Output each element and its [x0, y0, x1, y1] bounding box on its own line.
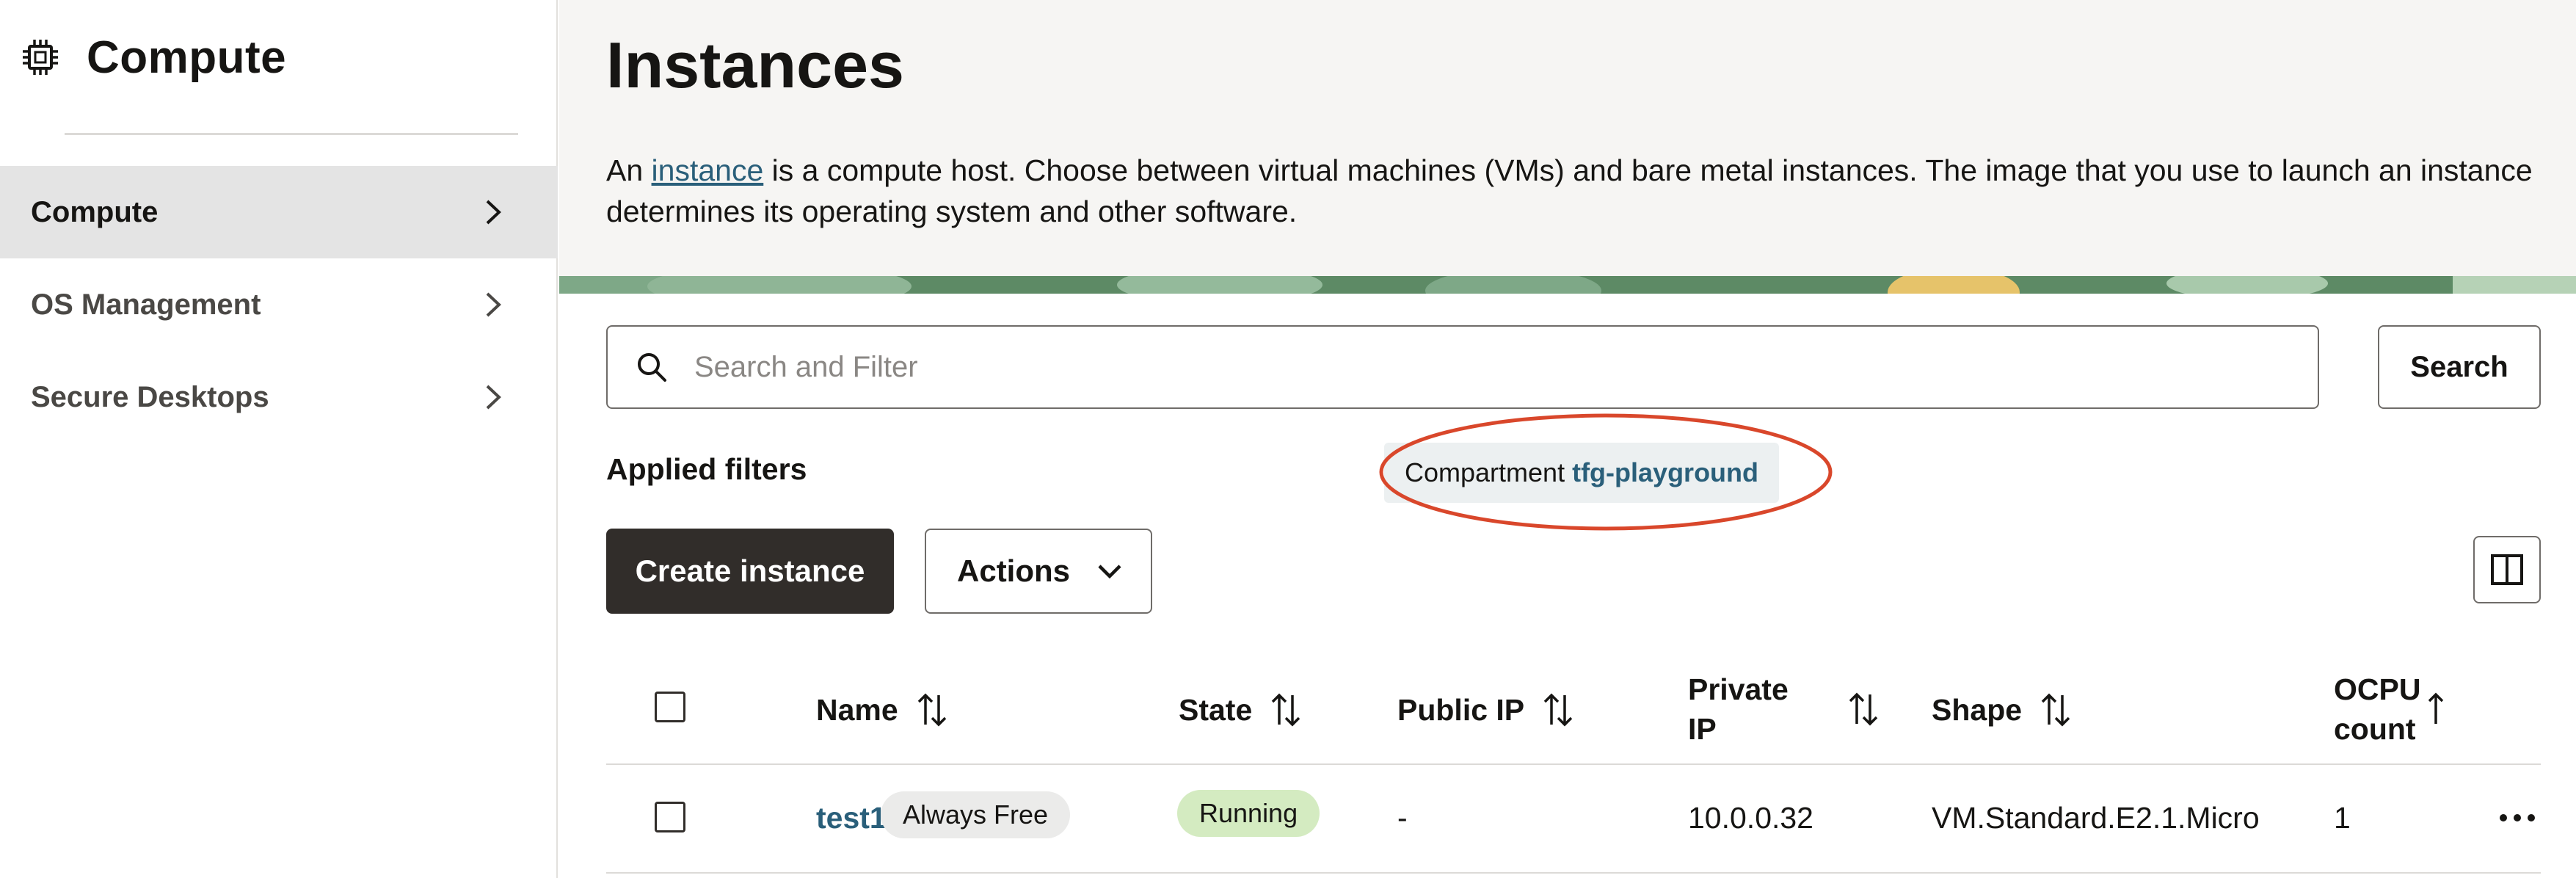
- description-suffix: is a compute host. Choose between virtua…: [606, 153, 2533, 228]
- chevron-down-icon: [1098, 565, 1121, 579]
- ocpu-count-cell: 1: [2334, 801, 2351, 835]
- sort-icon: [1849, 692, 1878, 726]
- instance-link[interactable]: instance: [652, 153, 764, 187]
- page-header: Instances An instance is a compute host.…: [559, 0, 2576, 276]
- sidebar-item-label: Compute: [31, 195, 159, 228]
- chevron-right-icon: [486, 385, 501, 410]
- column-header-private-ip[interactable]: Private IP: [1688, 670, 1880, 749]
- filter-chip-compartment[interactable]: Compartment tfg-playground: [1384, 443, 1780, 503]
- more-options-icon: [2500, 814, 2535, 821]
- shape-cell: VM.Standard.E2.1.Micro: [1932, 801, 2260, 835]
- filter-chip-value: tfg-playground: [1572, 457, 1759, 487]
- search-input[interactable]: [694, 350, 2272, 384]
- column-header-ocpu-count[interactable]: OCPU count: [2334, 670, 2459, 749]
- column-header-label: OCPU count: [2334, 670, 2420, 749]
- sort-icon: [2041, 693, 2070, 727]
- page-title: Instances: [606, 29, 904, 101]
- column-header-name[interactable]: Name: [816, 690, 948, 730]
- filter-chip-key: Compartment: [1405, 457, 1565, 487]
- sidebar-item-secure-desktops[interactable]: Secure Desktops: [0, 351, 558, 443]
- chevron-right-icon: [486, 200, 501, 225]
- column-header-public-ip[interactable]: Public IP: [1397, 690, 1574, 730]
- column-header-label: State: [1179, 693, 1253, 727]
- sidebar-item-compute[interactable]: Compute: [0, 166, 558, 258]
- column-header-label-line: Private: [1688, 672, 1789, 706]
- select-all-checkbox[interactable]: [655, 692, 685, 722]
- row-select-checkbox[interactable]: [655, 802, 685, 832]
- column-layout-button[interactable]: [2473, 536, 2541, 603]
- chip-icon: [23, 40, 58, 75]
- sidebar-divider: [65, 133, 518, 135]
- chevron-right-icon: [486, 292, 501, 317]
- create-instance-button[interactable]: Create instance: [606, 529, 894, 614]
- private-ip-cell: 10.0.0.32: [1688, 801, 1813, 835]
- search-icon: [638, 353, 666, 382]
- column-header-label-line: IP: [1688, 712, 1717, 746]
- status-badge: Running: [1177, 790, 1320, 837]
- sidebar-item-label: Secure Desktops: [31, 380, 269, 413]
- search-button[interactable]: Search: [2378, 325, 2541, 409]
- sort-icon: [1272, 693, 1300, 727]
- column-header-label-line: count: [2334, 712, 2416, 746]
- row-actions-menu-button[interactable]: [2495, 796, 2539, 840]
- sort-icon: [1543, 693, 1573, 727]
- main-content: Instances An instance is a compute host.…: [559, 0, 2576, 878]
- column-header-label: Private IP: [1688, 670, 1789, 749]
- sidebar-title: Compute: [87, 32, 287, 83]
- table-row: test123 Always Free Running - 10.0.0.32 …: [606, 766, 2541, 874]
- always-free-badge: Always Free: [881, 791, 1071, 838]
- sort-icon: [2428, 692, 2444, 724]
- table-header: Name State Public IP Private IP Shape OC…: [606, 653, 2541, 765]
- decorative-banner: [559, 276, 2576, 294]
- sidebar: Compute Compute OS Management Secure Des…: [0, 0, 558, 878]
- page-description: An instance is a compute host. Choose be…: [606, 150, 2558, 232]
- column-header-label: Name: [816, 693, 898, 727]
- sidebar-item-label: OS Management: [31, 288, 261, 321]
- column-header-label: Shape: [1932, 693, 2023, 727]
- actions-dropdown[interactable]: Actions: [925, 529, 1152, 614]
- sidebar-header: Compute: [21, 28, 286, 87]
- column-header-label: Public IP: [1397, 693, 1525, 727]
- split-view-icon: [2491, 554, 2523, 585]
- description-prefix: An: [606, 153, 652, 187]
- search-bar[interactable]: [606, 325, 2319, 409]
- actions-label: Actions: [957, 554, 1071, 588]
- applied-filters-label: Applied filters: [606, 452, 807, 486]
- column-header-label-line: OCPU: [2334, 672, 2421, 706]
- sidebar-item-os-management[interactable]: OS Management: [0, 258, 558, 351]
- sort-icon: [917, 693, 946, 727]
- column-header-state[interactable]: State: [1179, 690, 1302, 730]
- public-ip-cell: -: [1397, 801, 1408, 835]
- column-header-shape[interactable]: Shape: [1932, 690, 2072, 730]
